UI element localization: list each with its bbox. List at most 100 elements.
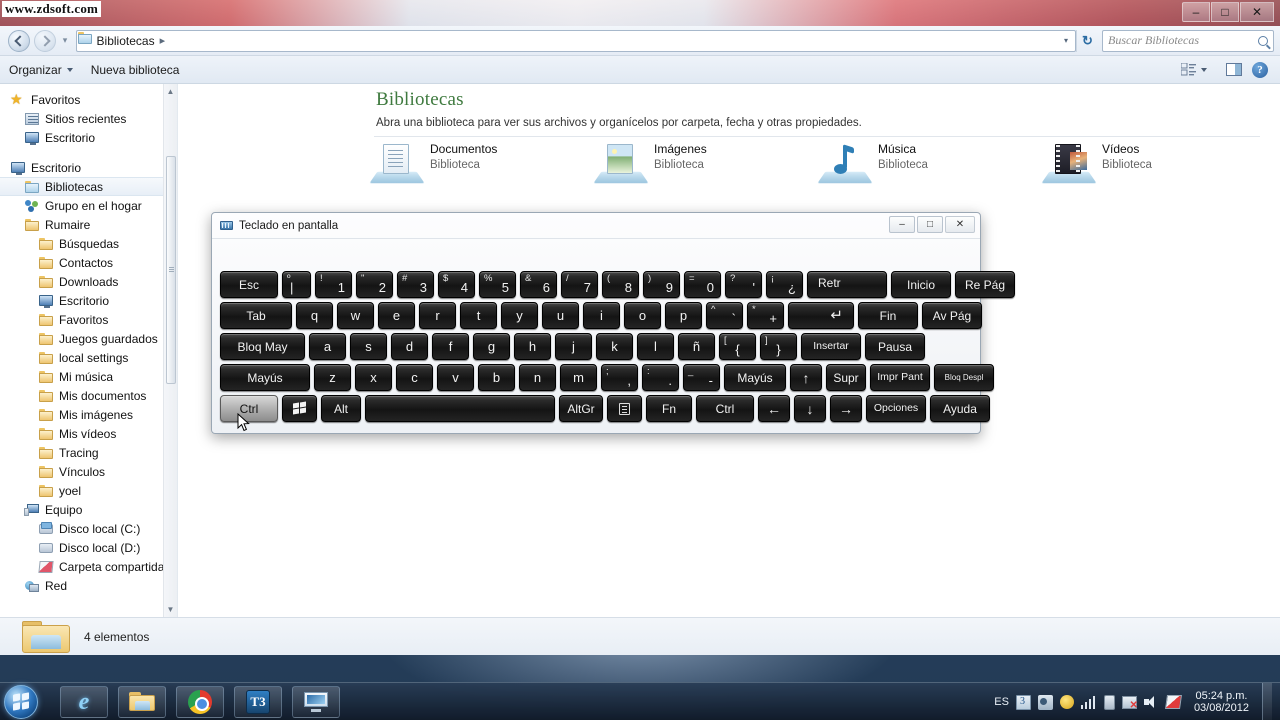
key-ctrl[interactable]: Ctrl xyxy=(220,395,278,422)
key-n[interactable]: n xyxy=(519,364,556,391)
clock[interactable]: 05:24 p.m. 03/08/2012 xyxy=(1188,690,1255,714)
key-ayuda[interactable]: Ayuda xyxy=(930,395,990,422)
key-[interactable]: ← xyxy=(758,395,790,422)
key-[interactable]: ;, xyxy=(601,364,638,391)
nav-item-grupo-en-el-hogar[interactable]: Grupo en el hogar xyxy=(0,196,177,215)
nav-item-bibliotecas[interactable]: Bibliotecas xyxy=(0,177,177,196)
battery-icon[interactable] xyxy=(1103,694,1115,710)
volume-icon[interactable] xyxy=(1143,695,1159,709)
key-g[interactable]: g xyxy=(473,333,510,360)
nav-item-sitios-recientes[interactable]: Sitios recientes xyxy=(0,109,177,128)
key-f[interactable]: f xyxy=(432,333,469,360)
network-disconnected-icon[interactable] xyxy=(1121,695,1138,711)
nav-item-escritorio[interactable]: Escritorio xyxy=(0,291,177,310)
key-fin[interactable]: Fin xyxy=(858,302,918,329)
key-q[interactable]: q xyxy=(296,302,333,329)
key-re-pág[interactable]: Re Pág xyxy=(955,271,1015,298)
breadcrumb-separator-2[interactable]: ▸ xyxy=(160,34,166,47)
key-y[interactable]: y xyxy=(501,302,538,329)
breadcrumb[interactable]: ▸ Bibliotecas ▸ ▾ xyxy=(76,29,1076,52)
new-library-button[interactable]: Nueva biblioteca xyxy=(82,59,189,81)
key-e[interactable]: e xyxy=(378,302,415,329)
key-w[interactable]: w xyxy=(337,302,374,329)
key-av-pág[interactable]: Av Pág xyxy=(922,302,982,329)
key-r[interactable]: r xyxy=(419,302,456,329)
key-[interactable]: ^ ` xyxy=(706,302,743,329)
key-t[interactable]: t xyxy=(460,302,497,329)
key-inicio[interactable]: Inicio xyxy=(891,271,951,298)
key-8[interactable]: (8 xyxy=(602,271,639,298)
key-space[interactable] xyxy=(365,395,555,422)
nav-item-tracing[interactable]: Tracing xyxy=(0,443,177,462)
key-v[interactable]: v xyxy=(437,364,474,391)
nav-item-yoel[interactable]: yoel xyxy=(0,481,177,500)
key-esc[interactable]: Esc xyxy=(220,271,278,298)
maximize-button[interactable]: □ xyxy=(1211,2,1239,22)
osk-maximize-button[interactable]: □ xyxy=(917,216,943,233)
taskbar-t3-app[interactable]: T3 xyxy=(234,686,282,718)
key-x[interactable]: x xyxy=(355,364,392,391)
nav-item-mis-v-deos[interactable]: Mis vídeos xyxy=(0,424,177,443)
key-3[interactable]: #3 xyxy=(397,271,434,298)
key-[interactable]: º | xyxy=(282,271,311,298)
nav-item-favoritos[interactable]: Favoritos xyxy=(0,90,177,109)
scroll-up-arrow[interactable]: ▲ xyxy=(164,84,177,99)
key-altgr[interactable]: AltGr xyxy=(559,395,603,422)
key-[interactable]: ↑ xyxy=(790,364,822,391)
nav-item-carpeta-compartida[interactable]: Carpeta compartida xyxy=(0,557,177,576)
search-input[interactable]: Buscar Bibliotecas xyxy=(1102,29,1274,52)
nav-item-equipo[interactable]: Equipo xyxy=(0,500,177,519)
nav-item-disco-local-c[interactable]: Disco local (C:) xyxy=(0,519,177,538)
key-2[interactable]: " 2 xyxy=(356,271,393,298)
nav-item-mis-documentos[interactable]: Mis documentos xyxy=(0,386,177,405)
nav-item-escritorio[interactable]: Escritorio xyxy=(0,158,177,177)
start-button[interactable] xyxy=(4,685,38,719)
key-z[interactable]: z xyxy=(314,364,351,391)
forward-button[interactable] xyxy=(34,29,56,52)
key-j[interactable]: j xyxy=(555,333,592,360)
key-impr-pant[interactable]: Impr Pant xyxy=(870,364,930,391)
nav-item-rumaire[interactable]: Rumaire xyxy=(0,215,177,234)
nav-item-b-squedas[interactable]: Búsquedas xyxy=(0,234,177,253)
key-ñ[interactable]: ñ xyxy=(678,333,715,360)
key-d[interactable]: d xyxy=(391,333,428,360)
recent-locations-dropdown[interactable]: ▾ xyxy=(58,35,72,46)
key-0[interactable]: = 0 xyxy=(684,271,721,298)
key-[interactable]: ? ' xyxy=(725,271,762,298)
signal-icon[interactable] xyxy=(1080,695,1097,709)
key-[interactable]: _ - xyxy=(683,364,720,391)
nav-item-local-settings[interactable]: local settings xyxy=(0,348,177,367)
key-9[interactable]: ) 9 xyxy=(643,271,680,298)
key-a[interactable]: a xyxy=(309,333,346,360)
library-item-v-deos[interactable]: Vídeos Biblioteca xyxy=(1041,142,1270,184)
breadcrumb-chevron-down-icon[interactable]: ▾ xyxy=(1064,36,1071,45)
help-icon[interactable]: ? xyxy=(1252,61,1268,78)
organize-button[interactable]: Organizar xyxy=(0,59,82,81)
camera-icon[interactable] xyxy=(1037,694,1053,710)
osk-titlebar[interactable]: Teclado en pantalla – □ ✕ xyxy=(212,213,980,239)
key-fn[interactable]: Fn xyxy=(646,395,692,422)
nav-item-mi-m-sica[interactable]: Mi música xyxy=(0,367,177,386)
nav-item-disco-local-d[interactable]: Disco local (D:) xyxy=(0,538,177,557)
nav-item-juegos-guardados[interactable]: Juegos guardados xyxy=(0,329,177,348)
key-[interactable]: :. xyxy=(642,364,679,391)
key-s[interactable]: s xyxy=(350,333,387,360)
key-tab[interactable]: Tab xyxy=(220,302,292,329)
key-opciones[interactable]: Opciones xyxy=(866,395,926,422)
key-[interactable]: ]} xyxy=(760,333,797,360)
nav-item-red[interactable]: Red xyxy=(0,576,177,595)
preview-pane-button[interactable] xyxy=(1226,63,1242,76)
input-language-indicator[interactable]: ES xyxy=(994,696,1009,708)
key-win[interactable] xyxy=(282,395,317,422)
key-retr[interactable]: Retr xyxy=(807,271,887,298)
key-[interactable]: ↵ xyxy=(788,302,854,329)
show-desktop-button[interactable] xyxy=(1262,683,1272,720)
key-p[interactable]: p xyxy=(665,302,702,329)
key-b[interactable]: b xyxy=(478,364,515,391)
osk-close-button[interactable]: ✕ xyxy=(945,216,975,233)
nav-item-downloads[interactable]: Downloads xyxy=(0,272,177,291)
library-item-documentos[interactable]: Documentos Biblioteca xyxy=(369,142,598,184)
key-supr[interactable]: Supr xyxy=(826,364,866,391)
key-[interactable]: ¡ ¿ xyxy=(766,271,803,298)
key-[interactable]: [{ xyxy=(719,333,756,360)
